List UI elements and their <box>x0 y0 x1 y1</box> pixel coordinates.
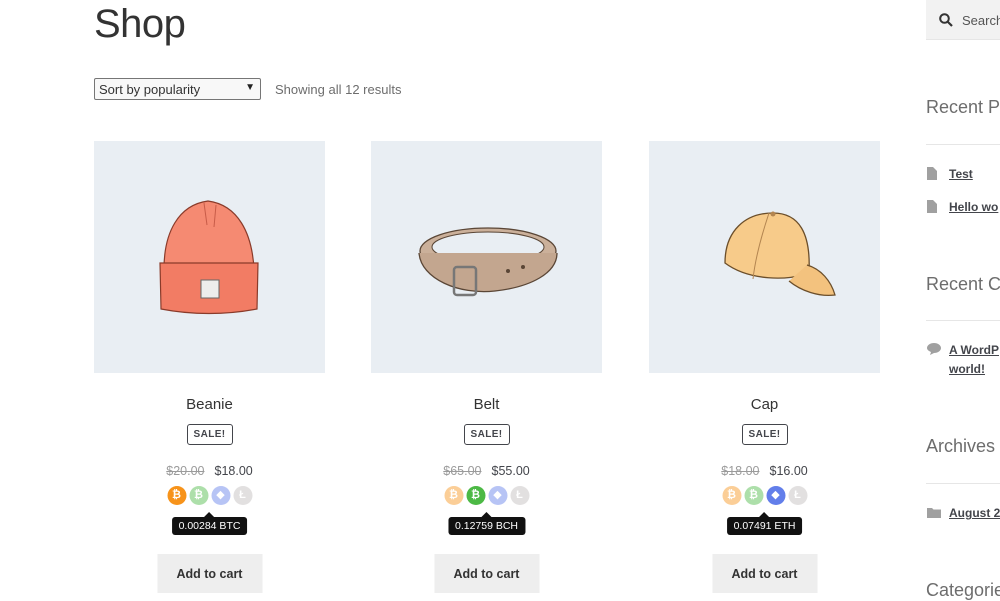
ethereum-icon[interactable]: ◆ <box>488 486 507 505</box>
folder-icon <box>927 508 941 518</box>
old-price: $65.00 <box>443 464 482 478</box>
sort-select-value: Sort by popularity <box>99 82 201 97</box>
old-price: $18.00 <box>721 464 760 478</box>
bitcoin-cash-icon[interactable]: ₿ <box>744 486 763 505</box>
product-title[interactable]: Beanie <box>94 396 325 413</box>
bitcoin-icon[interactable]: ₿ <box>167 486 186 505</box>
page-title: Shop <box>94 2 186 46</box>
comment-icon <box>927 343 941 355</box>
bitcoin-cash-icon[interactable]: ₿ <box>189 486 208 505</box>
sale-badge: SALE! <box>463 424 510 445</box>
add-to-cart-button[interactable]: Add to cart <box>157 554 262 593</box>
product-title[interactable]: Belt <box>371 396 602 413</box>
product-image-belt[interactable] <box>371 141 602 373</box>
product-card: Beanie SALE! $20.00 $18.00 ₿ ₿ ◆ Ł 0.0028… <box>94 141 325 593</box>
litecoin-icon[interactable]: Ł <box>233 486 252 505</box>
search-form[interactable]: Search <box>926 0 1000 40</box>
price: $20.00 $18.00 <box>94 464 325 478</box>
search-icon <box>939 13 953 27</box>
recent-post-link[interactable]: Test <box>949 165 973 184</box>
bitcoin-icon[interactable]: ₿ <box>444 486 463 505</box>
crypto-price-tooltip: 0.00284 BTC <box>171 512 248 535</box>
litecoin-icon[interactable]: Ł <box>788 486 807 505</box>
bitcoin-cash-icon[interactable]: ₿ <box>466 486 485 505</box>
bitcoin-icon[interactable]: ₿ <box>722 486 741 505</box>
recent-post-link[interactable]: Hello wo <box>949 198 998 217</box>
ethereum-icon[interactable]: ◆ <box>211 486 230 505</box>
sale-price: $18.00 <box>214 464 253 478</box>
price: $18.00 $16.00 <box>649 464 880 478</box>
categories-title: Categorie <box>926 580 1000 600</box>
add-to-cart-button[interactable]: Add to cart <box>434 554 539 593</box>
result-count: Showing all 12 results <box>275 82 402 97</box>
product-image-beanie[interactable] <box>94 141 325 373</box>
archives-title: Archives <box>926 436 996 456</box>
sort-select[interactable]: Sort by popularity ▼ <box>94 78 261 100</box>
litecoin-icon[interactable]: Ł <box>510 486 529 505</box>
crypto-price-selector: ₿ ₿ ◆ Ł <box>444 486 529 505</box>
crypto-price-tooltip: 0.07491 ETH <box>726 512 803 535</box>
ethereum-icon[interactable]: ◆ <box>766 486 785 505</box>
crypto-price-tooltip: 0.12759 BCH <box>447 512 526 535</box>
crypto-price-selector: ₿ ₿ ◆ Ł <box>722 486 807 505</box>
sale-badge: SALE! <box>186 424 233 445</box>
recent-posts-title: Recent Po <box>926 97 1000 117</box>
search-input[interactable]: Search <box>962 13 1000 28</box>
product-title[interactable]: Cap <box>649 396 880 413</box>
add-to-cart-button[interactable]: Add to cart <box>712 554 817 593</box>
sale-price: $16.00 <box>769 464 808 478</box>
sale-badge: SALE! <box>741 424 788 445</box>
recent-comment-link[interactable]: A WordP <box>949 341 999 360</box>
divider <box>926 320 1000 321</box>
divider <box>926 144 1000 145</box>
document-icon <box>927 167 937 180</box>
product-card: Cap SALE! $18.00 $16.00 ₿ ₿ ◆ Ł 0.07491 E… <box>649 141 880 593</box>
product-image-cap[interactable] <box>649 141 880 373</box>
sale-price: $55.00 <box>491 464 530 478</box>
price: $65.00 $55.00 <box>371 464 602 478</box>
product-card: Belt SALE! $65.00 $55.00 ₿ ₿ ◆ Ł 0.12759 … <box>371 141 602 593</box>
divider <box>926 483 1000 484</box>
dropdown-caret-icon: ▼ <box>245 82 255 93</box>
recent-comment-link-continued[interactable]: world! <box>949 360 985 379</box>
old-price: $20.00 <box>166 464 205 478</box>
recent-comments-title: Recent Co <box>926 274 1000 294</box>
archive-link[interactable]: August 2 <box>949 504 1000 523</box>
document-icon <box>927 200 937 213</box>
crypto-price-selector: ₿ ₿ ◆ Ł <box>167 486 252 505</box>
